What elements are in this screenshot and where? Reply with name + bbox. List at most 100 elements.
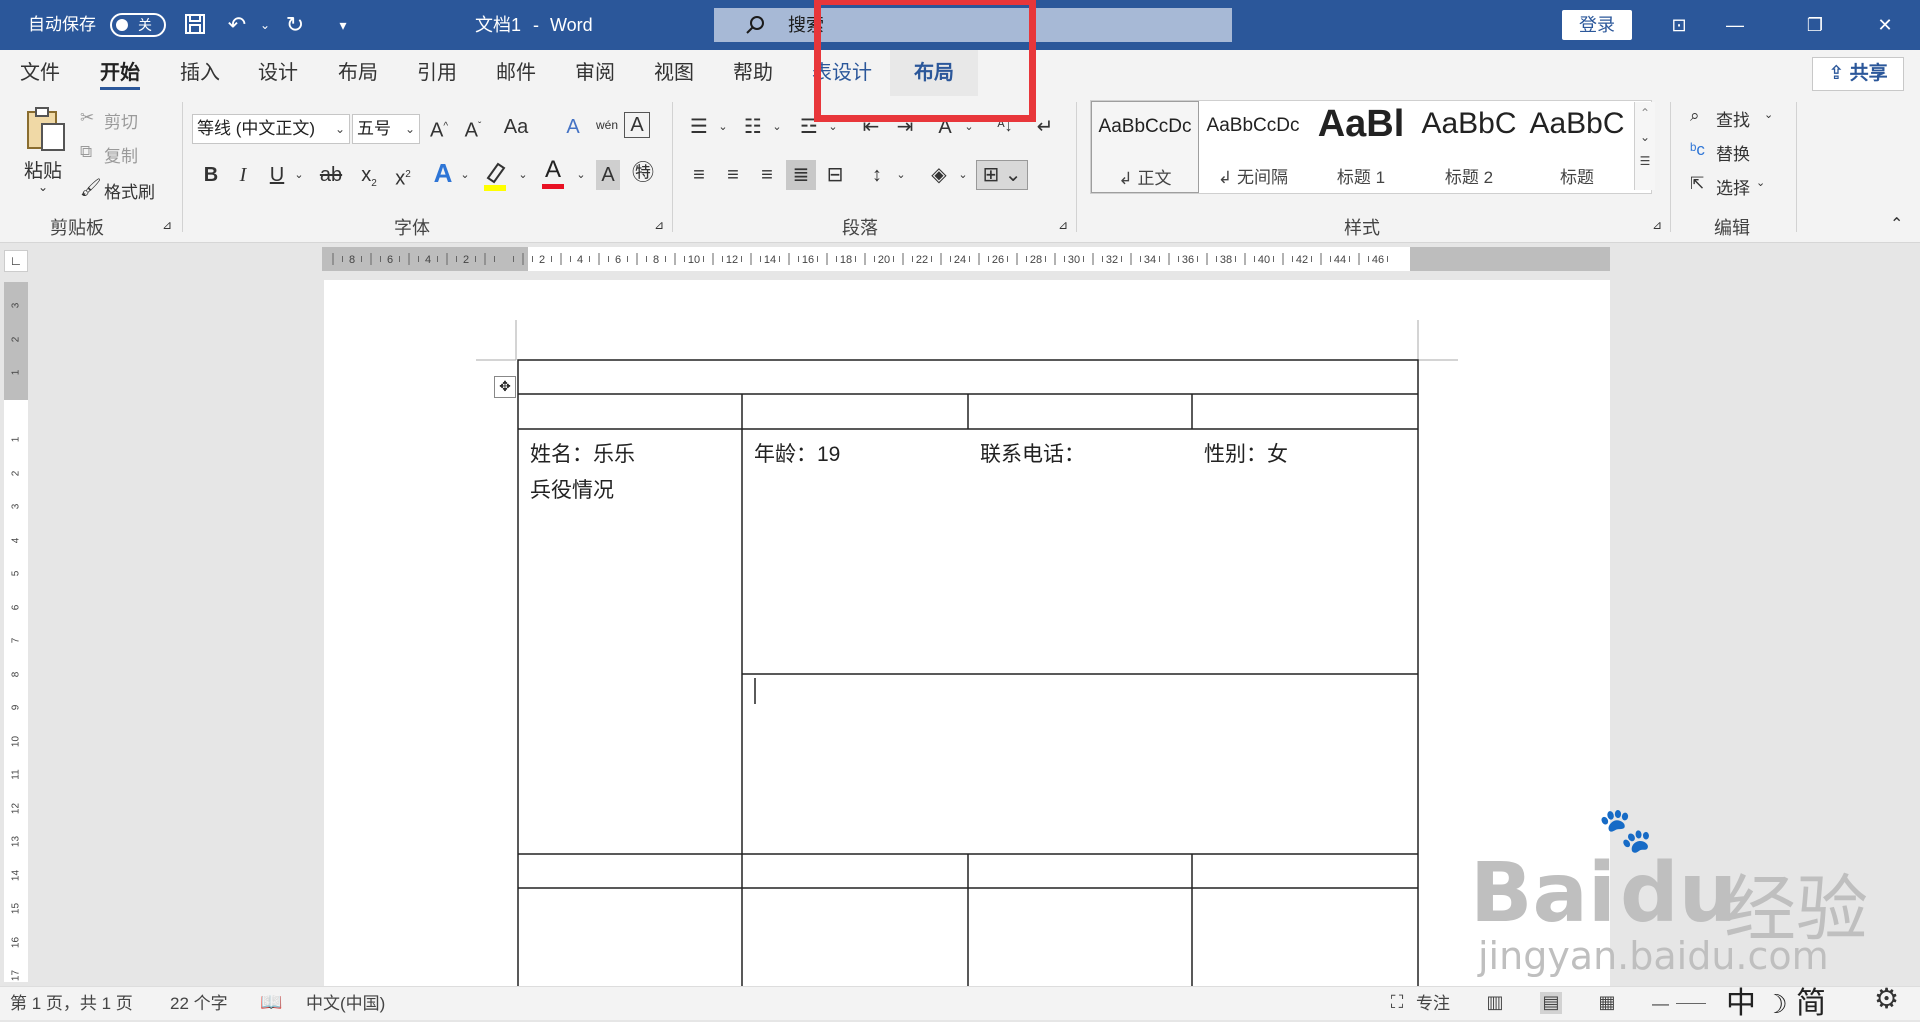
replace-icon[interactable]: ᵇc (1690, 140, 1705, 160)
italic-button[interactable]: I (228, 160, 258, 190)
character-shading-icon[interactable]: A (596, 160, 620, 190)
cell-gender[interactable]: 性别：女 (1204, 438, 1288, 468)
tab-home[interactable]: 开始 (100, 50, 140, 96)
web-layout-icon[interactable]: ▦ (1596, 992, 1618, 1014)
chevron-down-icon[interactable]: ⌄ (762, 112, 792, 142)
print-layout-icon[interactable]: ▤ (1540, 992, 1562, 1014)
dialog-launcher-icon[interactable]: ⊿ (1652, 218, 1662, 232)
tab-design[interactable]: 设计 (258, 50, 298, 96)
phonetic-guide-icon[interactable]: wén (592, 110, 622, 140)
save-icon[interactable] (182, 12, 208, 38)
more-styles-icon[interactable]: ☰ (1635, 154, 1655, 168)
paste-button[interactable]: 粘贴 (24, 156, 62, 183)
superscript-button[interactable]: x2 (388, 160, 418, 190)
find-button[interactable]: 查找 (1716, 106, 1750, 131)
gear-icon[interactable]: ⚙ (1874, 982, 1899, 1015)
dialog-launcher-icon[interactable]: ⊿ (1058, 218, 1068, 232)
style-heading-1[interactable]: AaBl 标题 1 (1307, 101, 1415, 193)
chevron-down-icon[interactable]: ⌄ (284, 160, 314, 190)
dialog-launcher-icon[interactable]: ⊿ (162, 218, 172, 232)
cell-name[interactable]: 姓名：乐乐 (530, 438, 635, 468)
chevron-down-icon[interactable]: ⌄ (252, 12, 278, 38)
ribbon-display-icon[interactable]: ⊡ (1664, 10, 1694, 40)
ime-language[interactable]: 中 ☽ 简 (1726, 978, 1826, 1022)
justify-icon[interactable]: ≣ (786, 160, 816, 190)
tab-file[interactable]: 文件 (20, 50, 60, 96)
dialog-launcher-icon[interactable]: ⊿ (654, 218, 664, 232)
zoom-slider[interactable] (1676, 1003, 1706, 1004)
focus-button[interactable]: 专注 (1416, 987, 1450, 1020)
shrink-font-button[interactable]: Aˇ (458, 112, 488, 142)
autosave-toggle[interactable]: 关 (110, 13, 166, 37)
minimize-icon[interactable]: — (1720, 10, 1750, 40)
bold-button[interactable]: B (196, 160, 226, 190)
cell-phone[interactable]: 联系电话： (980, 438, 1085, 468)
style-heading-2[interactable]: AaBbC 标题 2 (1415, 101, 1523, 193)
zoom-out-icon[interactable]: — (1652, 987, 1669, 1020)
tab-selector[interactable]: ∟ (4, 250, 28, 272)
font-color-icon[interactable]: A (538, 156, 568, 192)
cut-icon[interactable]: ✂ (80, 108, 94, 128)
language-status[interactable]: 中文(中国) (306, 987, 385, 1020)
format-painter-button[interactable]: 格式刷 (104, 178, 155, 203)
clear-formatting-icon[interactable]: A (558, 112, 588, 142)
tab-help[interactable]: 帮助 (733, 50, 773, 96)
distributed-icon[interactable]: ⊟ (820, 160, 850, 190)
chevron-down-icon[interactable]: ⌄ (886, 160, 916, 190)
chevron-down-icon[interactable]: ⌄ (1764, 108, 1773, 121)
share-button[interactable]: ⇪ 共享 (1812, 57, 1904, 91)
undo-icon[interactable]: ↶ (224, 12, 250, 38)
tab-review[interactable]: 审阅 (575, 50, 615, 96)
align-left-icon[interactable]: ≡ (684, 160, 714, 190)
collapse-ribbon-icon[interactable]: ⌃ (1890, 214, 1903, 234)
chevron-down-icon[interactable]: ⌄ (508, 160, 538, 190)
tab-insert[interactable]: 插入 (180, 50, 220, 96)
style-no-spacing[interactable]: AaBbCcDc ↲ 无间隔 (1199, 101, 1307, 193)
align-center-icon[interactable]: ≡ (718, 160, 748, 190)
styles-scroll[interactable]: ⌃ ⌄ ☰ (1634, 102, 1655, 190)
paste-icon[interactable] (24, 106, 68, 154)
style-title[interactable]: AaBbC 标题 (1523, 101, 1631, 193)
format-painter-icon[interactable]: 🖌 (80, 178, 102, 198)
font-size-combo[interactable]: 五号 ⌄ (352, 114, 420, 144)
tab-mailings[interactable]: 邮件 (496, 50, 536, 96)
highlight-icon[interactable] (480, 158, 510, 192)
cell-age[interactable]: 年龄：19 (754, 438, 840, 468)
cut-button[interactable]: 剪切 (104, 108, 138, 133)
character-border-icon[interactable]: A (624, 112, 650, 138)
chevron-down-icon[interactable]: ⌄ (948, 160, 978, 190)
horizontal-ruler[interactable]: 8 6 4 2 2 4 6 8 10 12 14 16 18 20 22 24 26 28 30 32 34 36 38 40… (322, 247, 1610, 271)
cell-military-service[interactable]: 兵役情况 (530, 474, 614, 504)
borders-button[interactable]: ⊞ ⌄ (976, 160, 1028, 190)
chevron-down-icon[interactable]: ⌄ (708, 112, 738, 142)
tab-layout[interactable]: 布局 (338, 50, 378, 96)
tab-references[interactable]: 引用 (417, 50, 457, 96)
redo-icon[interactable]: ↻ (282, 12, 308, 38)
enclose-characters-icon[interactable]: ㊕ (628, 158, 658, 188)
restore-icon[interactable]: ❐ (1800, 10, 1830, 40)
page-count[interactable]: 第 1 页，共 1 页 (10, 987, 133, 1020)
select-icon[interactable]: ⇱ (1690, 174, 1704, 194)
change-case-button[interactable]: Aa (496, 112, 536, 142)
close-icon[interactable]: ✕ (1870, 10, 1900, 40)
copy-button[interactable]: 复制 (104, 142, 138, 167)
align-right-icon[interactable]: ≡ (752, 160, 782, 190)
customize-qat-icon[interactable]: ▾ (330, 12, 356, 38)
strikethrough-button[interactable]: ab (316, 160, 346, 190)
grow-font-button[interactable]: A^ (424, 112, 454, 142)
proofing-icon[interactable]: 📖 (260, 992, 282, 1014)
document-page[interactable]: ✥ 姓名：乐乐 年龄：19 联系电话： 性别：女 兵役情况 (324, 280, 1610, 1000)
tab-view[interactable]: 视图 (654, 50, 694, 96)
chevron-down-icon[interactable]: ⌄ (38, 180, 48, 194)
find-icon[interactable]: ⌕ (1690, 106, 1700, 126)
style-normal[interactable]: AaBbCcDc ↲ 正文 (1091, 101, 1199, 193)
subscript-button[interactable]: x2 (354, 160, 384, 190)
table-move-handle-icon[interactable]: ✥ (494, 376, 516, 398)
scroll-up-icon[interactable]: ⌃ (1635, 106, 1655, 120)
focus-icon[interactable]: ⛶ (1386, 992, 1408, 1014)
replace-button[interactable]: 替换 (1716, 140, 1750, 165)
read-mode-icon[interactable]: ▥ (1484, 992, 1506, 1014)
font-name-combo[interactable]: 等线 (中文正文) ⌄ (192, 114, 350, 144)
login-button[interactable]: 登录 (1562, 10, 1632, 40)
word-count[interactable]: 22 个字 (170, 987, 228, 1020)
